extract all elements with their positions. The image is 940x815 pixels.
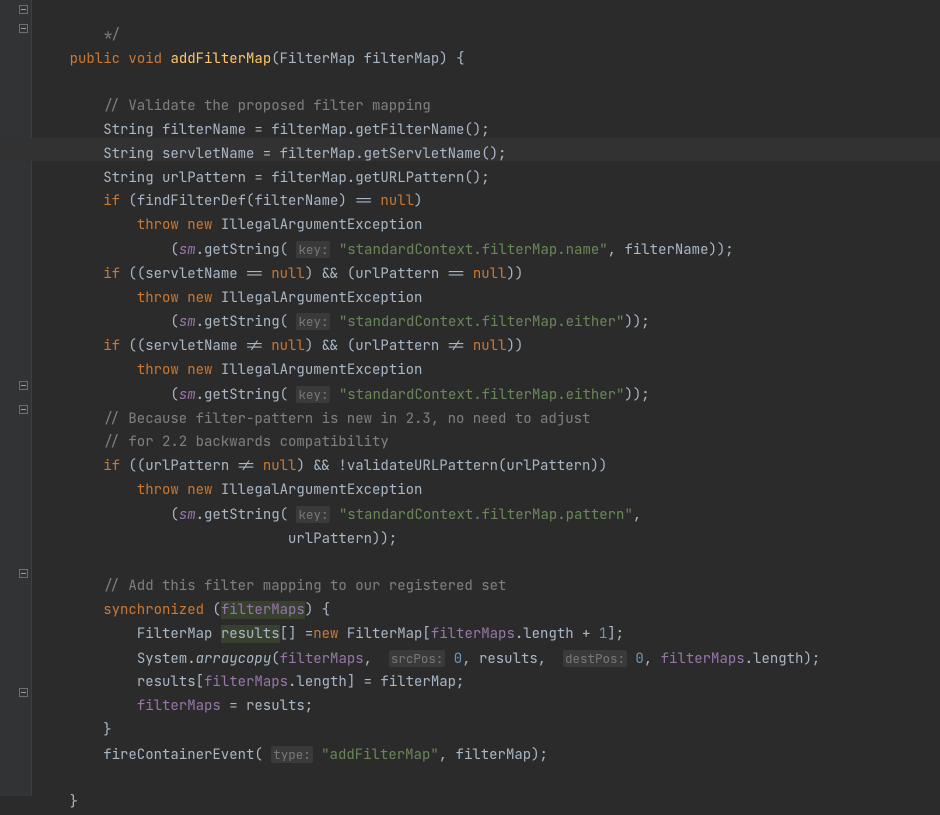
code-line: // Validate the proposed filter mapping: [36, 97, 431, 115]
code-line: throw new IllegalArgumentException: [36, 481, 422, 499]
code-editor-area[interactable]: */ public void addFilterMap(FilterMap fi…: [32, 0, 820, 815]
fold-marker-icon[interactable]: [19, 381, 28, 390]
code-line: String servletName = filterMap.getServle…: [36, 145, 506, 163]
code-line: urlPattern));: [36, 530, 397, 548]
code-line: throw new IllegalArgumentException: [36, 361, 422, 379]
code-line: // Because filter-pattern is new in 2.3,…: [36, 410, 590, 428]
code-line: throw new IllegalArgumentException: [36, 216, 422, 234]
code-line: (sm.getString( key: "standardContext.fil…: [36, 241, 734, 259]
code-line: String filterName = filterMap.getFilterN…: [36, 121, 490, 139]
code-line: filterMaps = results;: [36, 697, 313, 715]
code-line: String urlPattern = filterMap.getURLPatt…: [36, 169, 490, 187]
fold-marker-icon[interactable]: [19, 5, 28, 14]
code-line: if ((servletName != null) && (urlPattern…: [36, 337, 523, 355]
fold-marker-icon[interactable]: [19, 24, 28, 33]
code-line: }: [36, 721, 112, 739]
code-line: [36, 553, 44, 571]
code-line: synchronized (filterMaps) {: [36, 601, 330, 619]
code-line: System.arraycopy(filterMaps, srcPos: 0, …: [36, 650, 820, 668]
code-line: if ((urlPattern != null) && !validateURL…: [36, 457, 607, 475]
code-line: FilterMap results[] =new FilterMap[filte…: [36, 625, 624, 643]
code-line: public void addFilterMap(FilterMap filte…: [36, 50, 464, 68]
code-line: (sm.getString( key: "standardContext.fil…: [36, 313, 650, 331]
code-line: */: [36, 26, 120, 44]
fold-marker-icon[interactable]: [19, 405, 28, 414]
code-line: [36, 73, 44, 91]
code-line: throw new IllegalArgumentException: [36, 289, 422, 307]
fold-marker-icon[interactable]: [19, 569, 28, 578]
code-line: results[filterMaps.length] = filterMap;: [36, 673, 464, 691]
code-line: if ((servletName == null) && (urlPattern…: [36, 265, 523, 283]
code-line: fireContainerEvent( type: "addFilterMap"…: [36, 746, 548, 764]
code-line: // for 2.2 backwards compatibility: [36, 433, 389, 451]
fold-marker-icon[interactable]: [19, 688, 28, 697]
editor-gutter: [0, 0, 32, 796]
code-line: // Add this filter mapping to our regist…: [36, 577, 506, 595]
code-line: if (findFilterDef(filterName) == null): [36, 192, 422, 210]
code-line: (sm.getString( key: "standardContext.fil…: [36, 506, 641, 524]
code-line: (sm.getString( key: "standardContext.fil…: [36, 386, 650, 404]
code-line: [36, 770, 44, 788]
